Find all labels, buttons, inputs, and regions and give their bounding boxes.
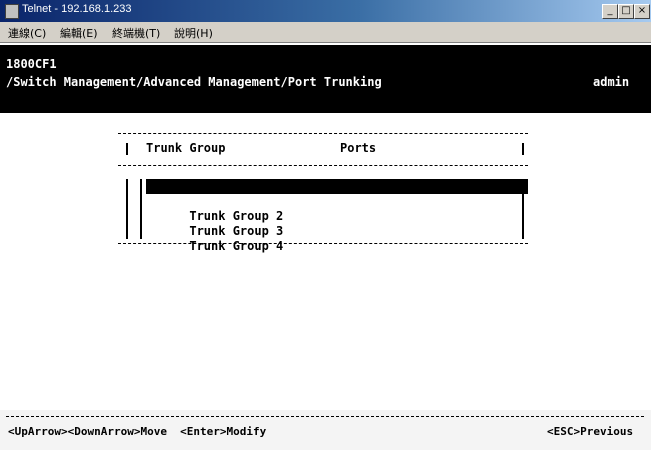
rows-border-left	[126, 179, 128, 239]
menu-edit[interactable]: 編輯(E)	[60, 25, 98, 41]
menu-connect[interactable]: 連線(C)	[8, 25, 46, 41]
maximize-button[interactable]: □	[618, 4, 634, 19]
menu-help[interactable]: 說明(H)	[174, 25, 213, 41]
key-hint-bar: <UpArrow><DownArrow>Move <Enter>Modify <…	[0, 410, 651, 450]
row-label: Trunk Group 4	[189, 239, 284, 253]
window-titlebar: Telnet - 192.168.1.233 _ □ ×	[0, 0, 651, 22]
rows-border-inner	[140, 179, 142, 239]
logged-in-user: admin	[593, 75, 630, 89]
table-row-trunk-group-3[interactable]: Trunk Group 3	[146, 209, 283, 238]
table-border-right	[522, 143, 524, 155]
table-border-left	[126, 143, 128, 155]
table-row-trunk-group-2[interactable]: Trunk Group 2	[146, 194, 283, 223]
table-row-trunk-group-1[interactable]: Trunk Group 1	[146, 179, 528, 208]
terminal-header: 1800CF1 /Switch Management/Advanced Mana…	[0, 45, 651, 113]
navigation-hint: <UpArrow><DownArrow>Move <Enter>Modify	[8, 425, 267, 438]
close-button[interactable]: ×	[634, 4, 650, 19]
status-divider	[6, 416, 644, 417]
table-header-divider	[118, 165, 528, 166]
table-border-bottom	[118, 243, 528, 244]
device-name: 1800CF1	[6, 57, 57, 71]
table-border-top	[118, 133, 528, 134]
breadcrumb-path: /Switch Management/Advanced Management/P…	[6, 75, 382, 89]
table-row-trunk-group-4[interactable]: Trunk Group 4	[146, 224, 283, 253]
column-header-ports: Ports	[340, 141, 377, 155]
column-header-trunk-group: Trunk Group	[146, 141, 226, 155]
escape-hint: <ESC>Previous	[547, 425, 634, 438]
menu-bar: 連線(C) 編輯(E) 終端機(T) 說明(H)	[0, 22, 651, 43]
minimize-button[interactable]: _	[602, 4, 618, 19]
telnet-app-icon	[5, 4, 19, 19]
terminal-body: Trunk Group Ports Trunk Group 1 Trunk Gr…	[0, 113, 651, 450]
menu-terminal[interactable]: 終端機(T)	[112, 25, 160, 41]
window-title: Telnet - 192.168.1.233	[22, 3, 132, 15]
